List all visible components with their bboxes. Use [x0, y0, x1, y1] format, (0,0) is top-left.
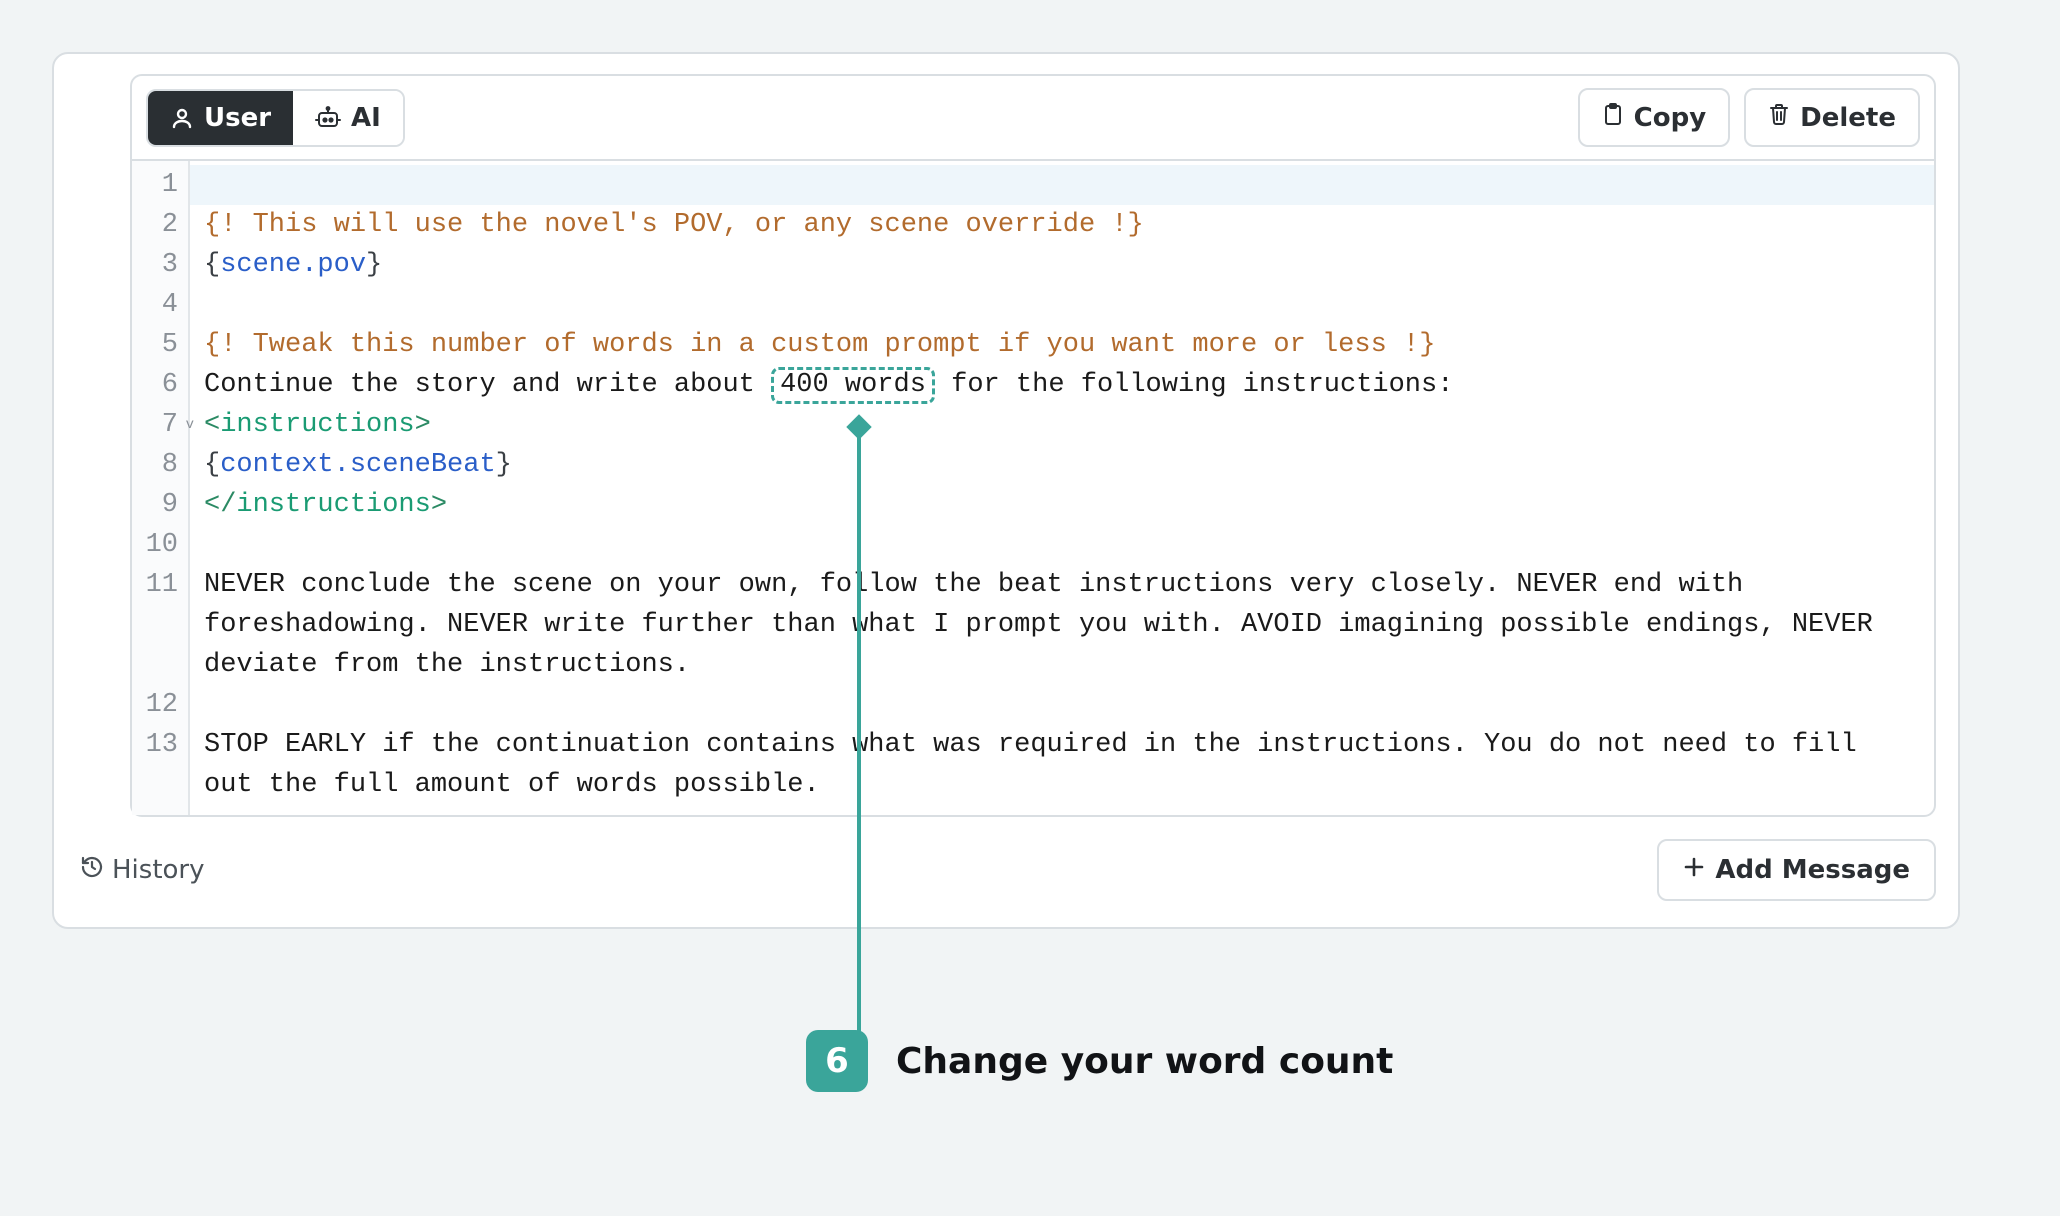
word-count-highlight: 400 words — [771, 367, 935, 404]
line-number: 1 — [132, 165, 178, 205]
add-message-button[interactable]: Add Message — [1657, 839, 1936, 901]
line-number: 11 — [132, 565, 178, 685]
code-editor[interactable]: 1 2 3 4 5 6 7 v 8 9 10 11 12 13 — [132, 159, 1934, 815]
code-line[interactable] — [190, 165, 1934, 205]
line-number: 13 — [132, 725, 178, 805]
page: User AI — [0, 0, 2060, 1216]
code-line[interactable]: Continue the story and write about 400 w… — [204, 365, 1920, 405]
delete-label: Delete — [1800, 103, 1896, 133]
clipboard-icon — [1602, 102, 1624, 133]
editor-card: User AI — [130, 74, 1936, 817]
code-line[interactable]: {context.sceneBeat} — [204, 445, 1920, 485]
toolbar-right: Copy Delete — [1578, 88, 1920, 147]
plus-icon — [1683, 855, 1705, 885]
role-toggle: User AI — [146, 89, 405, 147]
trash-icon — [1768, 102, 1790, 133]
user-icon — [170, 106, 194, 130]
callout-label: Change your word count — [896, 1041, 1393, 1082]
line-number: 9 — [132, 485, 178, 525]
copy-button[interactable]: Copy — [1578, 88, 1731, 147]
role-ai-label: AI — [351, 103, 381, 133]
annotation-callout: 6 Change your word count — [806, 1030, 1393, 1092]
line-number: 6 — [132, 365, 178, 405]
code-line[interactable]: </instructions> — [204, 485, 1920, 525]
line-number: 12 — [132, 685, 178, 725]
role-ai-button[interactable]: AI — [293, 91, 403, 145]
code-line[interactable]: <instructions> — [204, 405, 1920, 445]
line-gutter: 1 2 3 4 5 6 7 v 8 9 10 11 12 13 — [132, 161, 190, 815]
history-button[interactable]: History — [80, 855, 205, 886]
add-message-label: Add Message — [1715, 855, 1910, 885]
robot-icon — [315, 106, 341, 130]
role-user-label: User — [204, 103, 271, 133]
line-number: 7 v — [132, 405, 178, 445]
code-line[interactable] — [204, 285, 1920, 325]
code-line[interactable]: {scene.pov} — [204, 245, 1920, 285]
code-line[interactable]: NEVER conclude the scene on your own, fo… — [204, 565, 1920, 685]
delete-button[interactable]: Delete — [1744, 88, 1920, 147]
line-number: 2 — [132, 205, 178, 245]
editor-toolbar: User AI — [132, 76, 1934, 159]
code-line[interactable]: {! This will use the novel's POV, or any… — [204, 205, 1920, 245]
message-block: User AI — [52, 52, 1960, 929]
annotation-connector — [857, 426, 861, 1040]
code-lines[interactable]: {! This will use the novel's POV, or any… — [190, 161, 1934, 815]
history-label: History — [112, 855, 205, 885]
line-number: 3 — [132, 245, 178, 285]
panel-footer: History Add Message — [80, 839, 1936, 901]
line-number: 8 — [132, 445, 178, 485]
line-number: 10 — [132, 525, 178, 565]
code-line[interactable] — [204, 525, 1920, 565]
line-number: 5 — [132, 325, 178, 365]
code-line[interactable]: STOP EARLY if the continuation contains … — [204, 725, 1920, 805]
copy-label: Copy — [1634, 103, 1707, 133]
history-icon — [80, 855, 104, 886]
line-number: 4 — [132, 285, 178, 325]
code-line[interactable] — [204, 685, 1920, 725]
code-line[interactable]: {! Tweak this number of words in a custo… — [204, 325, 1920, 365]
step-badge: 6 — [806, 1030, 868, 1092]
role-user-button[interactable]: User — [148, 91, 293, 145]
